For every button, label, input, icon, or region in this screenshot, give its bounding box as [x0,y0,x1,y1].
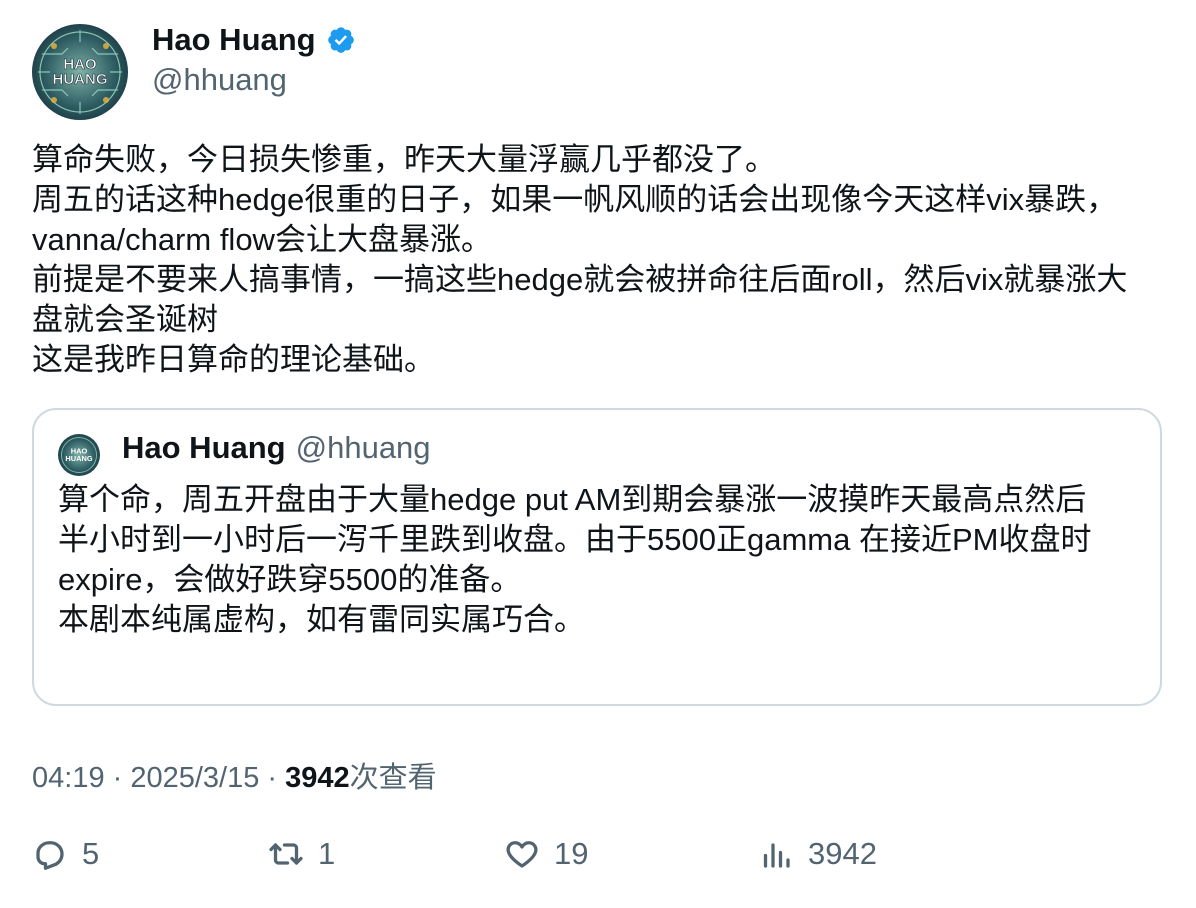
quoted-tweet[interactable]: HAO HUANG Hao Huang @hhuang 算个命，周五开盘由于大量… [32,408,1162,706]
quoted-author-handle: @hhuang [295,430,431,465]
views-button[interactable]: 3942 [758,836,877,872]
quoted-avatar-image: HAO HUANG [58,434,100,476]
heart-icon [506,841,538,868]
quoted-avatar-text-2: HUANG [65,454,92,463]
retweet-icon [269,843,303,865]
quoted-tweet-text: 算个命，周五开盘由于大量hedge put AM到期会暴涨一波摸昨天最高点然后 … [58,482,1092,637]
like-button[interactable]: 19 [504,836,588,872]
author-name-row: Hao Huang [152,22,356,58]
tweet-text: 算命失败，今日损失惨重，昨天大量浮赢几乎都没了。 周五的话这种hedge很重的日… [32,142,1128,377]
meta-separator: · [259,762,286,794]
meta-separator: · [104,762,131,794]
quoted-header: Hao Huang @hhuang [122,430,431,466]
analytics-icon [763,843,790,868]
verified-badge-icon [327,27,354,53]
tweet-time[interactable]: 04:19 [32,762,105,795]
quoted-avatar: HAO HUANG [58,434,100,476]
views-label: 次查看 [349,762,437,794]
tweet-meta: 04:19 · 2025/3/15 · 3942 次查看 [32,754,437,796]
action-bar: 5 1 19 3942 [0,836,1196,890]
retweet-count: 1 [318,836,336,871]
like-count: 19 [554,836,589,871]
views-count: 3942 [285,762,350,794]
avatar-text-2: HUANG [53,71,108,88]
reply-button[interactable]: 5 [32,836,99,872]
reply-icon [36,841,64,870]
avatar-image: HAO HUANG [32,24,128,120]
reply-count: 5 [82,836,100,871]
views-count-action: 3942 [808,836,877,871]
author-avatar[interactable]: HAO HUANG [32,24,128,120]
author-name[interactable]: Hao Huang [152,22,316,58]
author-handle[interactable]: @hhuang [152,62,287,98]
tweet-date[interactable]: 2025/3/15 [130,762,259,795]
quoted-author-name: Hao Huang [122,430,286,465]
retweet-button[interactable]: 1 [268,836,335,872]
